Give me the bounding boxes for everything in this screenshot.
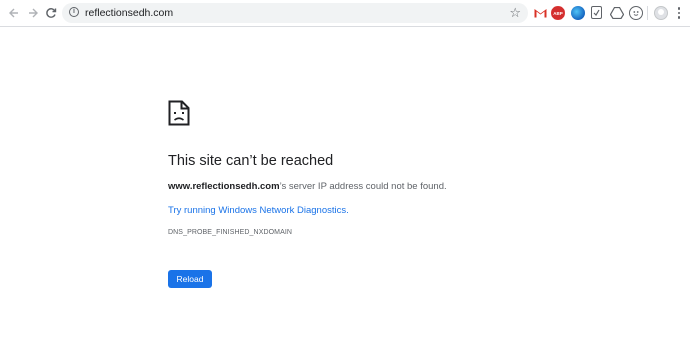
adblock-icon[interactable]: ABP bbox=[551, 6, 565, 20]
face-icon[interactable] bbox=[629, 6, 643, 20]
error-page: This site can’t be reached www.reflectio… bbox=[0, 27, 690, 346]
profile-avatar[interactable] bbox=[654, 6, 668, 20]
svg-text:ABP: ABP bbox=[553, 11, 563, 16]
bookmark-star-icon[interactable]: ☆ bbox=[509, 5, 521, 21]
refresh-icon bbox=[46, 8, 57, 18]
back-arrow-icon bbox=[9, 8, 18, 18]
gmail-icon[interactable] bbox=[533, 6, 547, 20]
browser-toolbar: i reflectionsedh.com ☆ ABP bbox=[0, 0, 690, 27]
menu-button[interactable] bbox=[675, 5, 683, 21]
url-text[interactable]: reflectionsedh.com bbox=[85, 6, 173, 20]
sad-page-icon bbox=[168, 100, 190, 126]
error-title: This site can’t be reached bbox=[168, 153, 334, 169]
toolbar-divider bbox=[647, 6, 648, 20]
reload-button[interactable]: Reload bbox=[168, 270, 212, 288]
error-code: DNS_PROBE_FINISHED_NXDOMAIN bbox=[168, 229, 293, 236]
globe-icon[interactable] bbox=[571, 6, 585, 20]
forward-button[interactable] bbox=[24, 4, 42, 22]
shield-icon[interactable] bbox=[591, 6, 602, 19]
back-button[interactable] bbox=[5, 4, 23, 22]
drive-icon[interactable] bbox=[610, 6, 624, 20]
address-bar[interactable]: i reflectionsedh.com ☆ bbox=[62, 3, 528, 23]
diagnostics-link[interactable]: Try running Windows Network Diagnostics. bbox=[168, 204, 349, 218]
error-message: ’s server IP address could not be found. bbox=[279, 181, 447, 192]
reload-toolbar-button[interactable] bbox=[42, 4, 60, 22]
error-domain: www.reflectionsedh.com bbox=[168, 181, 280, 192]
forward-arrow-icon bbox=[29, 8, 38, 18]
info-icon[interactable]: i bbox=[69, 7, 79, 17]
error-description: www.reflectionsedh.com’s server IP addre… bbox=[168, 180, 447, 194]
